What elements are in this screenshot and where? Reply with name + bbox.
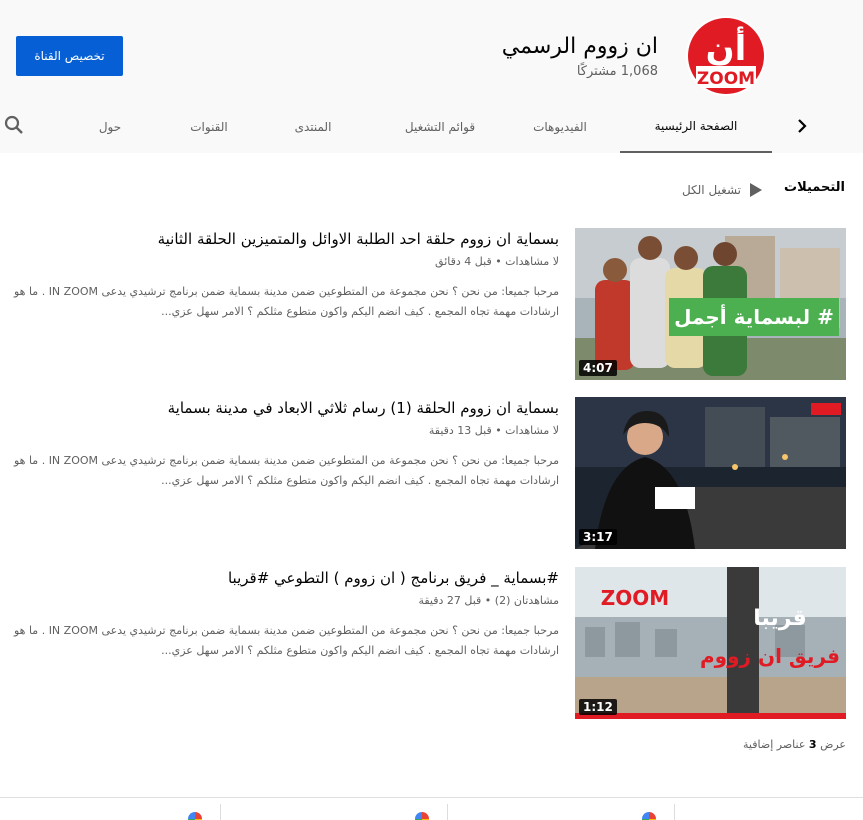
video-description-line: مرحبا جميعا: من نحن ؟ نحن مجموعة من المت… <box>13 285 559 298</box>
search-icon[interactable] <box>2 113 26 137</box>
video-description: مرحبا جميعا: من نحن ؟ نحن مجموعة من المت… <box>4 451 559 491</box>
more-suffix: عناصر إضافية <box>743 738 806 751</box>
column-separator <box>220 804 221 820</box>
video-thumbnail-image <box>575 397 846 549</box>
video-duration: 3:17 <box>579 529 617 545</box>
tab-channels[interactable]: القنوات <box>180 100 238 153</box>
tab-home[interactable]: الصفحة الرئيسية <box>620 100 772 153</box>
video-item: # لبسماية أجمل 4:07 بسماية ان زووم حلقة … <box>0 228 863 383</box>
column-separator <box>447 804 448 820</box>
video-description-line: مرحبا جميعا: من نحن ؟ نحن مجموعة من المت… <box>13 454 559 467</box>
channel-header: تخصيص القناة أن ZOOM ان زووم الرسمي 1,06… <box>0 0 863 100</box>
tabs-next-arrow[interactable] <box>790 114 814 138</box>
svg-text:ZOOM: ZOOM <box>601 586 669 610</box>
svg-text:أن: أن <box>706 26 747 69</box>
uploads-section-title: التحميلات <box>784 180 845 195</box>
thumbnail-overlay-top: قريبا <box>753 605 807 631</box>
more-prefix: عرض <box>820 738 846 751</box>
video-description-line: ارشادات مهمة تجاه المجمع . كيف انضم اليك… <box>161 474 559 487</box>
video-meta: مشاهدتان (2) • قبل 27 دقيقة <box>418 594 559 607</box>
channel-avatar-mini[interactable] <box>415 812 429 820</box>
more-count: 3 <box>808 738 817 751</box>
video-description-line: ارشادات مهمة تجاه المجمع . كيف انضم اليك… <box>161 305 559 318</box>
tab-about[interactable]: حول <box>86 100 134 153</box>
video-description-line: ارشادات مهمة تجاه المجمع . كيف انضم اليك… <box>161 644 559 657</box>
video-description-line: مرحبا جميعا: من نحن ؟ نحن مجموعة من المت… <box>13 624 559 637</box>
in-zoom-logo-icon: أن ZOOM <box>688 18 764 94</box>
svg-text:ZOOM: ZOOM <box>697 69 755 89</box>
tab-playlists[interactable]: قوائم التشغيل <box>390 100 490 153</box>
video-duration: 1:12 <box>579 699 617 715</box>
play-all-label: تشغيل الكل <box>681 183 741 197</box>
customize-channel-button[interactable]: تخصيص القناة <box>16 36 123 76</box>
column-separator <box>674 804 675 820</box>
chevron-right-icon <box>798 119 807 133</box>
video-title[interactable]: بسماية ان زووم حلقة احد الطلبة الاوائل و… <box>9 230 559 248</box>
video-thumbnail[interactable]: 3:17 <box>575 397 846 549</box>
video-thumbnail[interactable]: # لبسماية أجمل 4:07 <box>575 228 846 380</box>
channel-avatar-mini[interactable] <box>188 812 202 820</box>
video-thumbnail[interactable]: ZOOM قريبا فريق ان زووم 1:12 <box>575 567 846 719</box>
play-icon <box>750 183 762 197</box>
video-duration: 4:07 <box>579 360 617 376</box>
video-title[interactable]: #بسماية _ فريق برنامج ( ان زووم ) التطوع… <box>9 569 559 587</box>
thumbnail-overlay-bottom: فريق ان زووم <box>700 644 840 668</box>
play-all-button[interactable]: تشغيل الكل <box>682 180 763 200</box>
video-meta: لا مشاهدات • قبل 13 دقيقة <box>428 424 559 437</box>
channel-avatar[interactable]: أن ZOOM <box>686 16 766 96</box>
video-item: 3:17 بسماية ان زووم الحلقة (1) رسام ثلاث… <box>0 397 863 552</box>
channel-tabs: الصفحة الرئيسية الفيديوهات قوائم التشغيل… <box>0 100 863 153</box>
thumbnail-overlay-text: # لبسماية أجمل <box>674 305 834 329</box>
video-description: مرحبا جميعا: من نحن ؟ نحن مجموعة من المت… <box>4 621 559 661</box>
show-more-items-link[interactable]: عرض 3 عناصر إضافية <box>743 738 846 751</box>
video-title[interactable]: بسماية ان زووم الحلقة (1) رسام ثلاثي الا… <box>9 399 559 417</box>
channel-name: ان زووم الرسمي <box>501 34 658 59</box>
channel-avatar-mini[interactable] <box>642 812 656 820</box>
subscriber-count: 1,068 مشتركًا <box>576 64 658 79</box>
tab-community[interactable]: المنتدى <box>282 100 344 153</box>
next-section-strip <box>0 798 863 820</box>
video-description: مرحبا جميعا: من نحن ؟ نحن مجموعة من المت… <box>4 282 559 322</box>
video-item: ZOOM قريبا فريق ان زووم 1:12 #بسماية _ ف… <box>0 567 863 722</box>
tab-videos[interactable]: الفيديوهات <box>512 100 608 153</box>
video-meta: لا مشاهدات • قبل 4 دقائق <box>435 255 559 268</box>
